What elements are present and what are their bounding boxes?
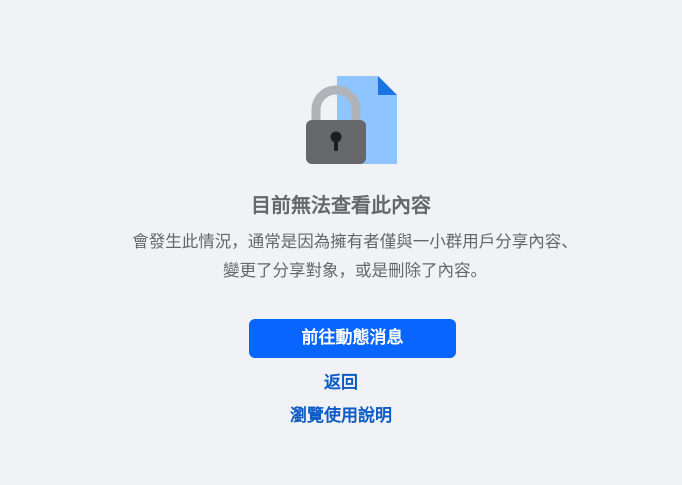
document-fold [378, 76, 397, 95]
locked-document-icon [306, 76, 397, 164]
help-center-link[interactable]: 瀏覽使用說明 [0, 405, 682, 427]
description-text: 會發生此情況，通常是因為擁有者僅與一小群用戶分享內容、變更了分享對象，或是刪除了… [132, 232, 578, 280]
content-unavailable-page: 目前無法查看此內容 會發生此情況，通常是因為擁有者僅與一小群用戶分享內容、變更了… [0, 0, 682, 485]
back-link[interactable]: 返回 [0, 372, 682, 394]
go-to-feed-button[interactable]: 前往動態消息 [249, 319, 456, 358]
page-title: 目前無法查看此內容 [251, 193, 431, 217]
keyhole-slot [334, 138, 338, 151]
